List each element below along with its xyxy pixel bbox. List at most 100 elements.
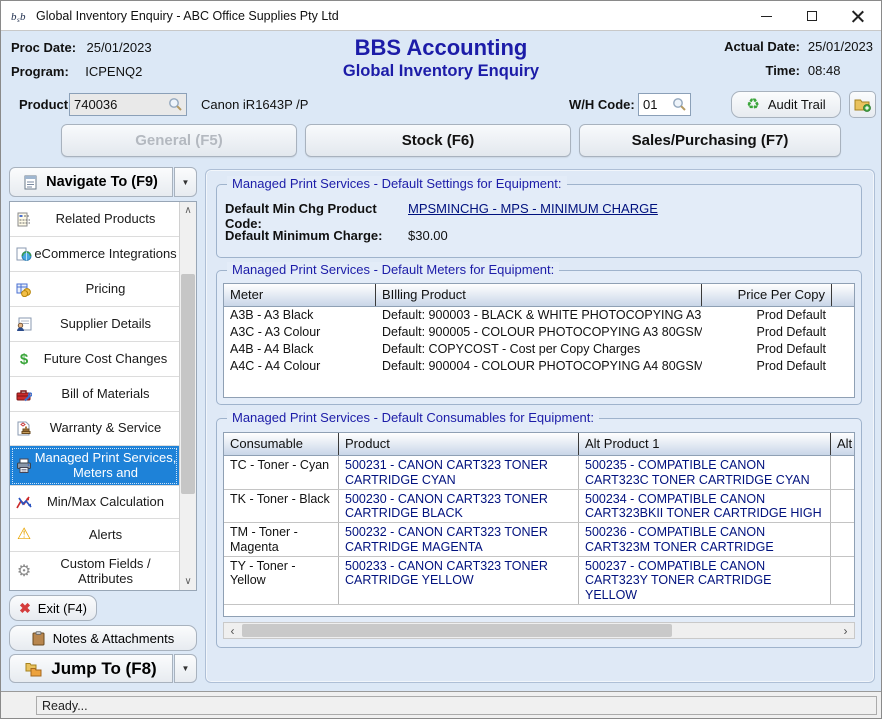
min-chg-product-code-link[interactable]: MPSMINCHG - MPS - MINIMUM CHARGE (408, 201, 658, 231)
default-consumables-group: Managed Print Services - Default Consuma… (216, 418, 862, 648)
product-cell[interactable]: 500231 - CANON CART323 TONER CARTRIDGE C… (339, 456, 579, 489)
search-icon[interactable] (672, 97, 687, 112)
wh-code-input[interactable] (639, 97, 672, 112)
navigation-list: Related Products eCommerce Integrations … (9, 201, 197, 591)
exit-button[interactable]: ✖ Exit (F4) (9, 595, 97, 621)
search-icon[interactable] (168, 97, 183, 112)
consumable-cell: TY - Toner - Yellow (224, 557, 339, 604)
sidebar-scrollbar[interactable]: ∧ ∨ (179, 202, 196, 590)
maximize-button[interactable] (789, 1, 835, 31)
col-meter[interactable]: Meter (224, 284, 376, 306)
table-row[interactable]: TM - Toner - Magenta 500232 - CANON CART… (224, 523, 854, 557)
table-row[interactable]: TY - Toner - Yellow 500233 - CANON CART3… (224, 557, 854, 605)
default-settings-legend: Managed Print Services - Default Setting… (227, 176, 567, 191)
table-row[interactable]: A3C - A3 Colour Default: 900005 - COLOUR… (224, 324, 854, 341)
product-input[interactable] (70, 97, 168, 112)
navigate-to-button[interactable]: Navigate To (F9) (9, 167, 173, 197)
meters-table[interactable]: Meter BIlling Product Price Per Copy A3B… (223, 283, 855, 398)
scrollbar-thumb[interactable] (181, 274, 195, 494)
billing-cell: Default: 900005 - COLOUR PHOTOCOPYING A3… (376, 324, 702, 341)
meter-cell: A4B - A4 Black (224, 341, 376, 358)
consumable-cell: TM - Toner - Magenta (224, 523, 339, 556)
col-spare (832, 284, 854, 306)
time-label: Time: (724, 63, 800, 78)
scroll-right-icon[interactable]: › (837, 623, 854, 638)
min-chg-product-code-label: Default Min Chg Product Code: (225, 201, 408, 231)
tab-general-label: General (F5) (135, 132, 223, 149)
add-folder-button[interactable] (849, 91, 876, 118)
alt-product-cell[interactable]: 500236 - COMPATIBLE CANON CART323M TONER… (579, 523, 831, 556)
gear-icon: ⚙ (14, 564, 34, 580)
scroll-up-icon[interactable]: ∧ (180, 202, 196, 219)
exit-x-icon: ✖ (19, 601, 31, 615)
toolbox-icon (14, 387, 34, 402)
product-cell[interactable]: 500232 - CANON CART323 TONER CARTRIDGE M… (339, 523, 579, 556)
jump-to-dropdown[interactable]: ▼ (174, 654, 197, 683)
alt-product-cell[interactable]: 500235 - COMPATIBLE CANON CART323C TONER… (579, 456, 831, 489)
navigate-to-dropdown[interactable]: ▼ (174, 167, 197, 197)
jump-to-button[interactable]: Jump To (F8) (9, 654, 173, 683)
related-products-icon (14, 212, 34, 227)
sidebar-item-pricing[interactable]: Pricing (10, 272, 179, 307)
tab-sales-purchasing[interactable]: Sales/Purchasing (F7) (579, 124, 841, 157)
default-meters-legend: Managed Print Services - Default Meters … (227, 262, 559, 277)
col-consumable[interactable]: Consumable (224, 433, 339, 455)
tab-stock-label: Stock (F6) (402, 132, 475, 149)
tab-stock[interactable]: Stock (F6) (305, 124, 571, 157)
sidebar-item-ecommerce-integrations[interactable]: eCommerce Integrations (10, 237, 179, 272)
col-price-per-copy[interactable]: Price Per Copy (702, 284, 832, 306)
sidebar-item-min-max-calculation[interactable]: Min/Max Calculation (10, 486, 179, 519)
col-alt-product-2[interactable]: Alt Pr (831, 433, 854, 455)
consumables-table-header: Consumable Product Alt Product 1 Alt Pr (224, 433, 854, 456)
table-row[interactable]: A3B - A3 Black Default: 900003 - BLACK &… (224, 307, 854, 324)
date-time-block: Actual Date: 25/01/2023 Time: 08:48 (724, 39, 873, 78)
alt-product-2-cell (831, 557, 854, 604)
sidebar-item-custom-fields-attributes[interactable]: ⚙ Custom Fields / Attributes (10, 552, 179, 590)
meters-table-header: Meter BIlling Product Price Per Copy (224, 284, 854, 307)
alt-product-2-cell (831, 490, 854, 523)
sidebar-item-warranty-service[interactable]: Warranty & Service (10, 412, 179, 446)
audit-trail-label: Audit Trail (768, 97, 826, 112)
price-cell: Prod Default (702, 307, 832, 324)
col-billing-product[interactable]: BIlling Product (376, 284, 702, 306)
col-alt-product-1[interactable]: Alt Product 1 (579, 433, 831, 455)
alt-product-2-cell (831, 456, 854, 489)
table-row[interactable]: TC - Toner - Cyan 500231 - CANON CART323… (224, 456, 854, 490)
sidebar-item-future-cost-changes[interactable]: $ Future Cost Changes (10, 342, 179, 377)
notes-attachments-button[interactable]: Notes & Attachments (9, 625, 197, 651)
tab-general[interactable]: General (F5) (61, 124, 297, 157)
sidebar-item-related-products[interactable]: Related Products (10, 202, 179, 237)
min-charge-value: $30.00 (408, 228, 448, 243)
product-cell[interactable]: 500233 - CANON CART323 TONER CARTRIDGE Y… (339, 557, 579, 604)
sidebar-item-label: Related Products (34, 210, 177, 229)
audit-trail-button[interactable]: ♻ Audit Trail (731, 91, 841, 118)
product-cell[interactable]: 500230 - CANON CART323 TONER CARTRIDGE B… (339, 490, 579, 523)
scroll-down-icon[interactable]: ∨ (180, 573, 196, 590)
table-row[interactable]: A4C - A4 Colour Default: 900004 - COLOUR… (224, 358, 854, 375)
consumables-table[interactable]: Consumable Product Alt Product 1 Alt Pr … (223, 432, 855, 617)
actual-date-label: Actual Date: (724, 39, 800, 54)
sidebar-item-label: Future Cost Changes (34, 350, 177, 369)
minimize-button[interactable] (743, 1, 789, 31)
sidebar-item-alerts[interactable]: ⚠ Alerts (10, 519, 179, 552)
sidebar-item-managed-print-services[interactable]: Managed Print Services, Meters and (10, 446, 179, 486)
minimize-icon (761, 16, 772, 17)
meter-cell: A4C - A4 Colour (224, 358, 376, 375)
ecommerce-icon (14, 247, 34, 262)
actual-date-value: 25/01/2023 (808, 39, 873, 54)
alt-product-cell[interactable]: 500237 - COMPATIBLE CANON CART323Y TONER… (579, 557, 831, 604)
sidebar-item-supplier-details[interactable]: Supplier Details (10, 307, 179, 342)
price-cell: Prod Default (702, 341, 832, 358)
close-button[interactable] (835, 1, 881, 31)
scrollbar-thumb[interactable] (242, 624, 672, 637)
col-product[interactable]: Product (339, 433, 579, 455)
consumables-h-scrollbar[interactable]: ‹ › (223, 622, 855, 639)
alt-product-cell[interactable]: 500234 - COMPATIBLE CANON CART323BKII TO… (579, 490, 831, 523)
product-field[interactable] (69, 93, 187, 116)
table-row[interactable]: TK - Toner - Black 500230 - CANON CART32… (224, 490, 854, 524)
table-row[interactable]: A4B - A4 Black Default: COPYCOST - Cost … (224, 341, 854, 358)
wh-code-field[interactable] (638, 93, 691, 116)
scroll-left-icon[interactable]: ‹ (224, 623, 241, 638)
sidebar-item-bill-of-materials[interactable]: Bill of Materials (10, 377, 179, 412)
jump-to-label: Jump To (F8) (51, 659, 156, 679)
